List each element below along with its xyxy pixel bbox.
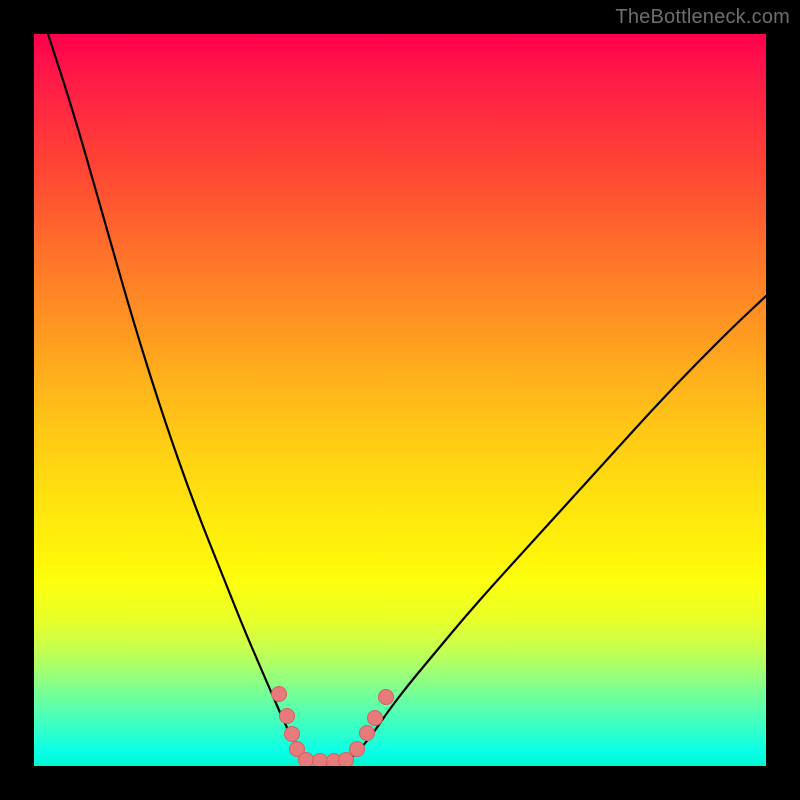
data-point bbox=[360, 726, 375, 741]
marker-group bbox=[272, 687, 394, 767]
data-point bbox=[313, 754, 328, 767]
data-point bbox=[280, 709, 295, 724]
data-point bbox=[272, 687, 287, 702]
data-point bbox=[299, 753, 314, 767]
data-point bbox=[368, 711, 383, 726]
chart-area bbox=[34, 34, 766, 766]
right-curve bbox=[346, 296, 766, 764]
data-point bbox=[285, 727, 300, 742]
data-point bbox=[350, 742, 365, 757]
data-point bbox=[379, 690, 394, 705]
left-curve bbox=[48, 34, 306, 762]
chart-svg bbox=[34, 34, 766, 766]
watermark-text: TheBottleneck.com bbox=[615, 6, 790, 29]
